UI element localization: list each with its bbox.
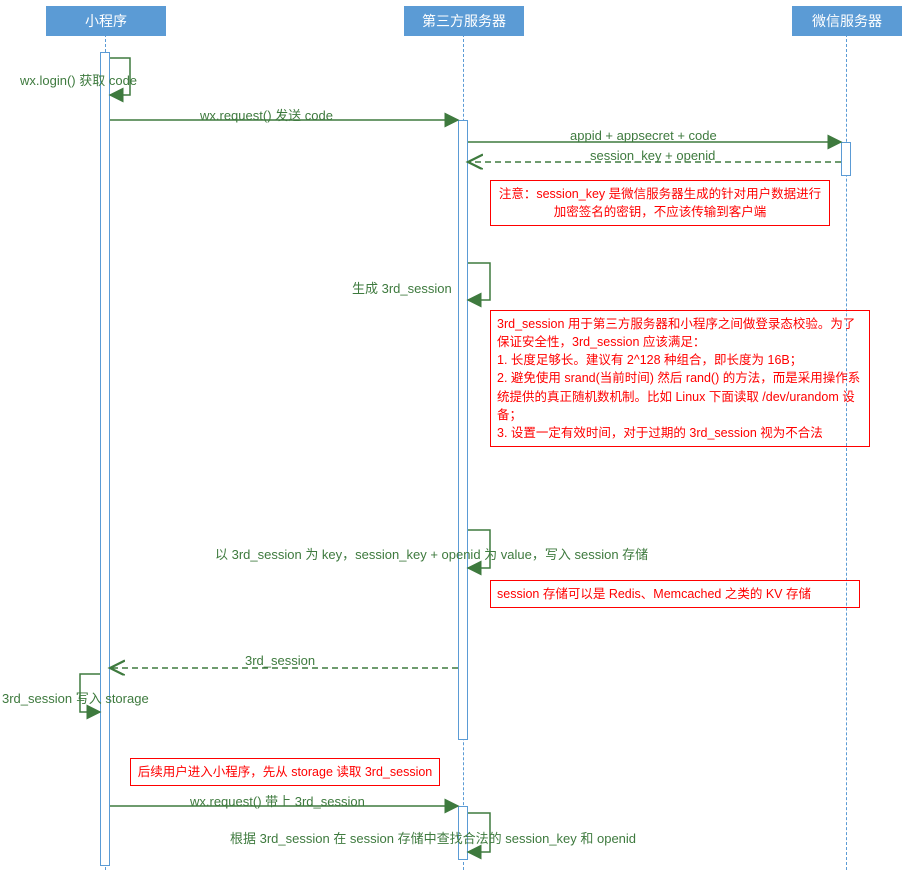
msg-login: wx.login() 获取 code xyxy=(20,70,137,89)
note-later-login: 后续用户进入小程序，先从 storage 读取 3rd_session xyxy=(130,758,440,786)
participant-thirdparty: 第三方服务器 xyxy=(404,6,524,36)
msg-write-storage: 3rd_session 写入 storage xyxy=(2,688,149,707)
msg-session-openid: session_key + openid xyxy=(590,148,715,163)
activation-miniprogram xyxy=(100,52,110,866)
msg-lookup: 根据 3rd_session 在 session 存储中查找合法的 sessio… xyxy=(230,828,690,847)
msg-send-3rd: wx.request() 带上 3rd_session xyxy=(190,791,365,810)
note-session-key: 注意：session_key 是微信服务器生成的针对用户数据进行加密签名的密钥，… xyxy=(490,180,830,226)
msg-gen-3rd: 生成 3rd_session xyxy=(352,278,452,297)
msg-send-code: wx.request() 发送 code xyxy=(200,105,333,124)
participant-wechat: 微信服务器 xyxy=(792,6,902,36)
msg-write-session: 以 3rd_session 为 key，session_key + openid… xyxy=(215,544,755,563)
msg-return-3rd: 3rd_session xyxy=(245,653,315,668)
note-session-storage: session 存储可以是 Redis、Memcached 之类的 KV 存储 xyxy=(490,580,860,608)
activation-wechat xyxy=(841,142,851,176)
msg-appid: appid + appsecret + code xyxy=(570,128,717,143)
participant-miniprogram: 小程序 xyxy=(46,6,166,36)
note-3rd-session-rules: 3rd_session 用于第三方服务器和小程序之间做登录态校验。为了保证安全性… xyxy=(490,310,870,447)
sequence-diagram: 小程序 第三方服务器 微信服务器 xyxy=(0,0,906,876)
activation-thirdparty-1 xyxy=(458,120,468,740)
